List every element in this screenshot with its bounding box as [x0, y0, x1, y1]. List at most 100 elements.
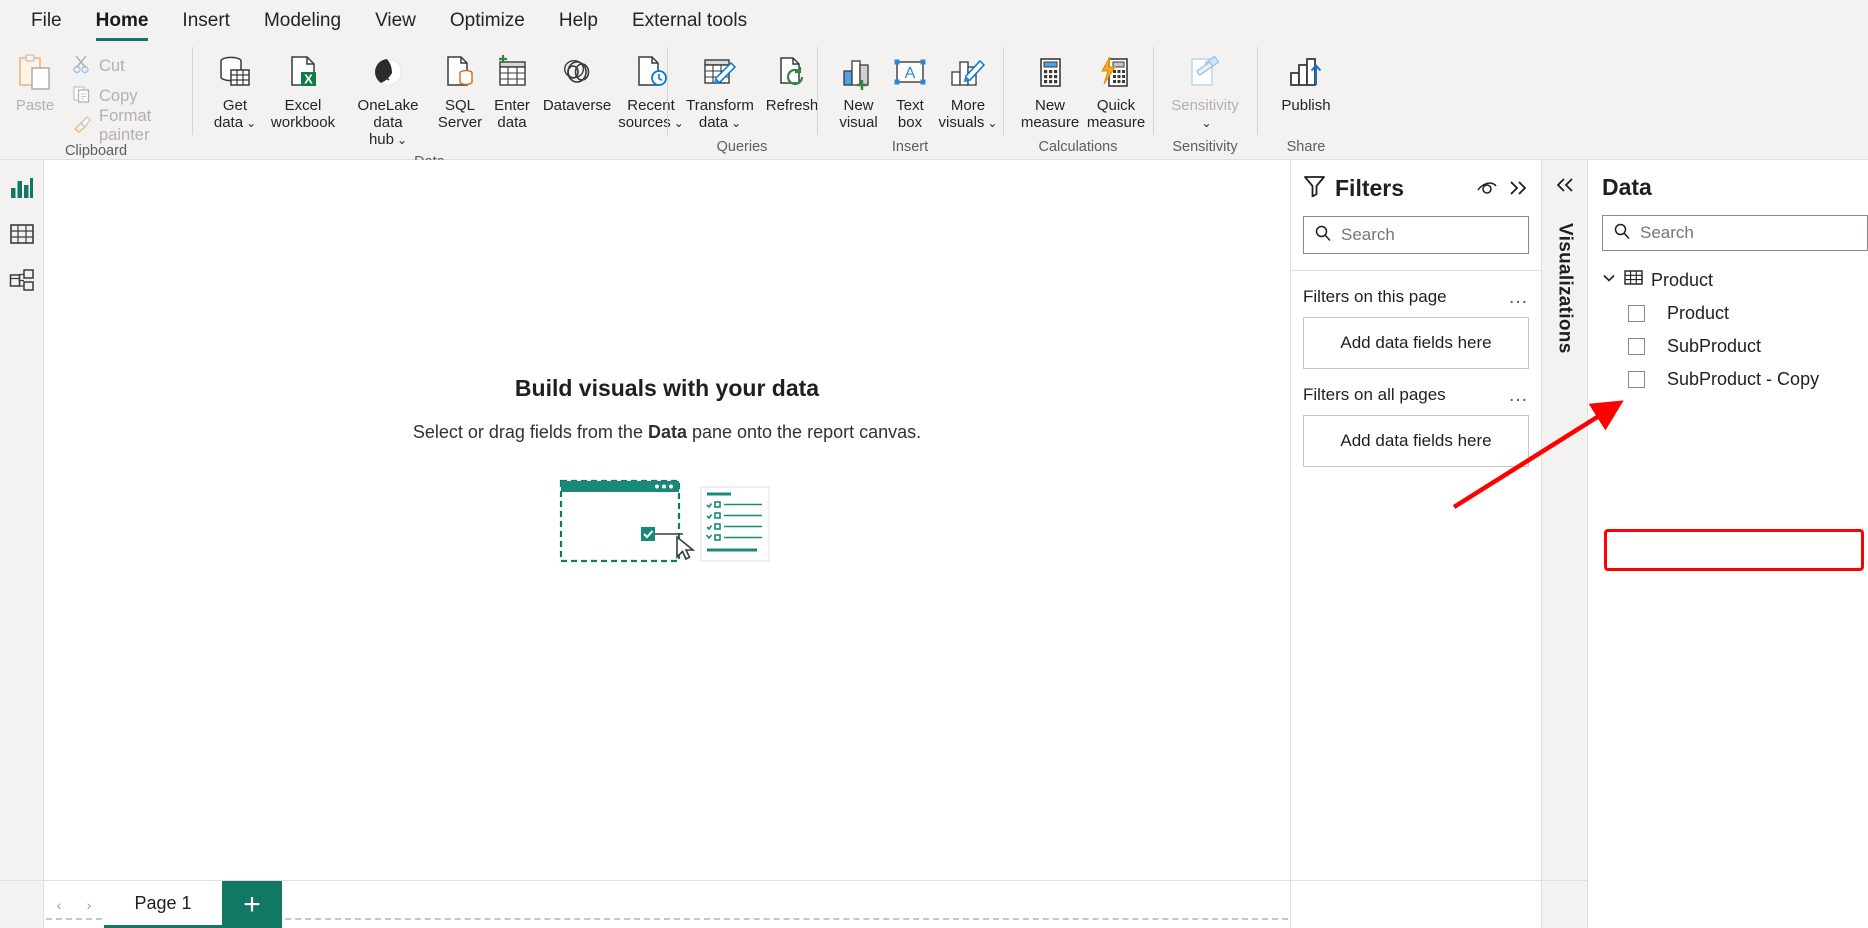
data-field-name: SubProduct - Copy — [1667, 369, 1820, 389]
next-page-arrow-icon[interactable]: › — [74, 897, 104, 913]
chevron-down-icon: ⌄ — [396, 133, 408, 147]
excel-workbook-button[interactable]: X Excel workbook — [264, 47, 342, 134]
copy-icon — [72, 84, 92, 109]
new-measure-label: New measure — [1020, 97, 1080, 131]
ribbon-tab-bar: File Home Insert Modeling View Optimize … — [0, 0, 1868, 41]
tab-help[interactable]: Help — [542, 0, 615, 41]
new-visual-label: New visual — [839, 97, 878, 131]
onelake-data-hub-button[interactable]: OneLake data hub ⌄ — [342, 47, 434, 152]
sensitivity-button[interactable]: Sensitivity ⌄ — [1162, 47, 1248, 135]
ribbon: Paste Cut Copy Format painter Clipboard … — [0, 41, 1868, 170]
page-tab-page-1[interactable]: Page 1 — [104, 881, 222, 928]
paintbrush-icon — [72, 114, 92, 139]
field-checkbox[interactable] — [1628, 305, 1645, 322]
prev-page-arrow-icon[interactable]: ‹ — [44, 897, 74, 913]
dataverse-button[interactable]: Dataverse — [538, 47, 616, 117]
expand-visualizations-chevrons-icon[interactable] — [1554, 174, 1576, 201]
view-switcher-rail — [0, 160, 44, 928]
sensitivity-icon — [1185, 50, 1225, 96]
filters-search-input[interactable] — [1341, 225, 1518, 245]
refresh-label: Refresh — [765, 97, 819, 114]
ribbon-group-calculations: New measure Quick measure Calculations — [1003, 41, 1153, 159]
more-visuals-label: More visuals ⌄ — [938, 97, 998, 131]
group-label-queries: Queries — [716, 139, 768, 155]
add-page-button[interactable]: + — [222, 881, 282, 928]
data-search-input[interactable] — [1640, 223, 1857, 243]
report-canvas[interactable]: Build visuals with your data Select or d… — [44, 160, 1290, 928]
enter-data-button[interactable]: Enter data — [486, 47, 538, 134]
filters-on-all-pages-dropzone[interactable]: Add data fields here — [1303, 415, 1529, 467]
more-visuals-button[interactable]: More visuals ⌄ — [934, 47, 1002, 135]
paste-button[interactable]: Paste — [4, 47, 66, 117]
page-tab-bar: ‹ › Page 1 + — [44, 881, 282, 928]
sql-server-button[interactable]: SQL Server — [434, 47, 486, 134]
tab-external-tools[interactable]: External tools — [615, 0, 764, 41]
field-checkbox[interactable] — [1628, 338, 1645, 355]
main-body: Build visuals with your data Select or d… — [0, 160, 1868, 928]
filters-on-this-page-dropzone[interactable]: Add data fields here — [1303, 317, 1529, 369]
empty-canvas-message: Build visuals with your data Select or d… — [413, 375, 921, 574]
chevron-down-icon: ⌄ — [246, 116, 257, 130]
excel-file-icon: X — [283, 50, 323, 96]
tab-home[interactable]: Home — [79, 0, 166, 41]
text-box-icon: A — [890, 50, 930, 96]
tab-optimize[interactable]: Optimize — [433, 0, 542, 41]
tab-file[interactable]: File — [14, 0, 79, 41]
data-table-product[interactable]: Product — [1588, 263, 1868, 297]
text-box-button[interactable]: A Text box — [886, 47, 934, 134]
svg-text:X: X — [304, 72, 313, 87]
more-visuals-icon — [948, 50, 988, 96]
data-pane-title: Data — [1602, 174, 1652, 200]
quick-measure-button[interactable]: Quick measure — [1083, 47, 1149, 134]
chevron-down-icon[interactable] — [1602, 271, 1616, 290]
page-title: Build visuals with your data — [514, 374, 820, 401]
filters-pane-header: Filters — [1291, 160, 1541, 212]
clipboard-small-buttons: Cut Copy Format painter — [66, 47, 188, 144]
filters-on-this-page-title: Filters on this page — [1303, 287, 1447, 306]
new-visual-button[interactable]: New visual — [831, 47, 886, 134]
filters-on-this-page-section: Filters on this page … Add data fields h… — [1291, 271, 1541, 369]
publish-button[interactable]: Publish — [1271, 47, 1341, 117]
get-data-button[interactable]: Get data ⌄ — [206, 47, 264, 135]
tab-insert[interactable]: Insert — [165, 0, 247, 41]
new-visual-icon — [839, 50, 879, 96]
data-field-product[interactable]: Product — [1588, 297, 1868, 330]
data-field-subproduct-copy[interactable]: SubProduct - Copy — [1588, 363, 1868, 396]
visualizations-pane-collapsed[interactable]: Visualizations — [1542, 160, 1588, 928]
new-measure-button[interactable]: New measure — [1017, 47, 1083, 134]
visualizations-pane-label: Visualizations — [1554, 223, 1576, 354]
cut-button[interactable]: Cut — [66, 51, 188, 81]
refresh-icon — [772, 50, 812, 96]
collapse-pane-chevrons-icon[interactable] — [1507, 177, 1529, 199]
filters-on-this-page-menu-icon[interactable]: … — [1508, 287, 1529, 307]
filters-on-all-pages-menu-icon[interactable]: … — [1508, 385, 1529, 405]
filters-on-all-pages-header: Filters on all pages … — [1303, 369, 1529, 415]
filters-search-box[interactable] — [1303, 216, 1529, 254]
empty-canvas-subtitle: Select or drag fields from the Data pane… — [412, 421, 922, 442]
field-checkbox[interactable] — [1628, 371, 1645, 388]
data-pane-header: Data — [1588, 160, 1868, 211]
tab-view[interactable]: View — [358, 0, 433, 41]
data-field-subproduct[interactable]: SubProduct — [1588, 330, 1868, 363]
onelake-icon — [368, 50, 408, 96]
ribbon-group-data: Get data ⌄ X Excel workbook OneLake data… — [192, 41, 684, 170]
filters-pane-title: Filters — [1335, 174, 1405, 201]
publish-icon — [1286, 50, 1326, 96]
report-view-icon[interactable] — [8, 174, 36, 202]
transform-data-label: Transform data ⌄ — [686, 97, 754, 131]
format-painter-button[interactable]: Format painter — [66, 107, 188, 144]
group-label-insert: Insert — [891, 139, 929, 155]
data-search-box[interactable] — [1602, 215, 1868, 251]
group-label-sensitivity: Sensitivity — [1172, 139, 1238, 155]
eye-icon[interactable] — [1476, 177, 1498, 199]
search-icon — [1613, 222, 1631, 245]
table-view-icon[interactable] — [8, 220, 36, 248]
refresh-button[interactable]: Refresh — [761, 47, 823, 117]
tab-modeling[interactable]: Modeling — [247, 0, 358, 41]
filters-on-this-page-header: Filters on this page … — [1303, 271, 1529, 317]
power-bi-desktop-window: File Home Insert Modeling View Optimize … — [0, 0, 1868, 928]
group-label-clipboard: Clipboard — [64, 143, 128, 159]
transform-data-button[interactable]: Transform data ⌄ — [679, 47, 761, 135]
data-field-name: SubProduct — [1667, 336, 1762, 356]
model-view-icon[interactable] — [8, 266, 36, 294]
